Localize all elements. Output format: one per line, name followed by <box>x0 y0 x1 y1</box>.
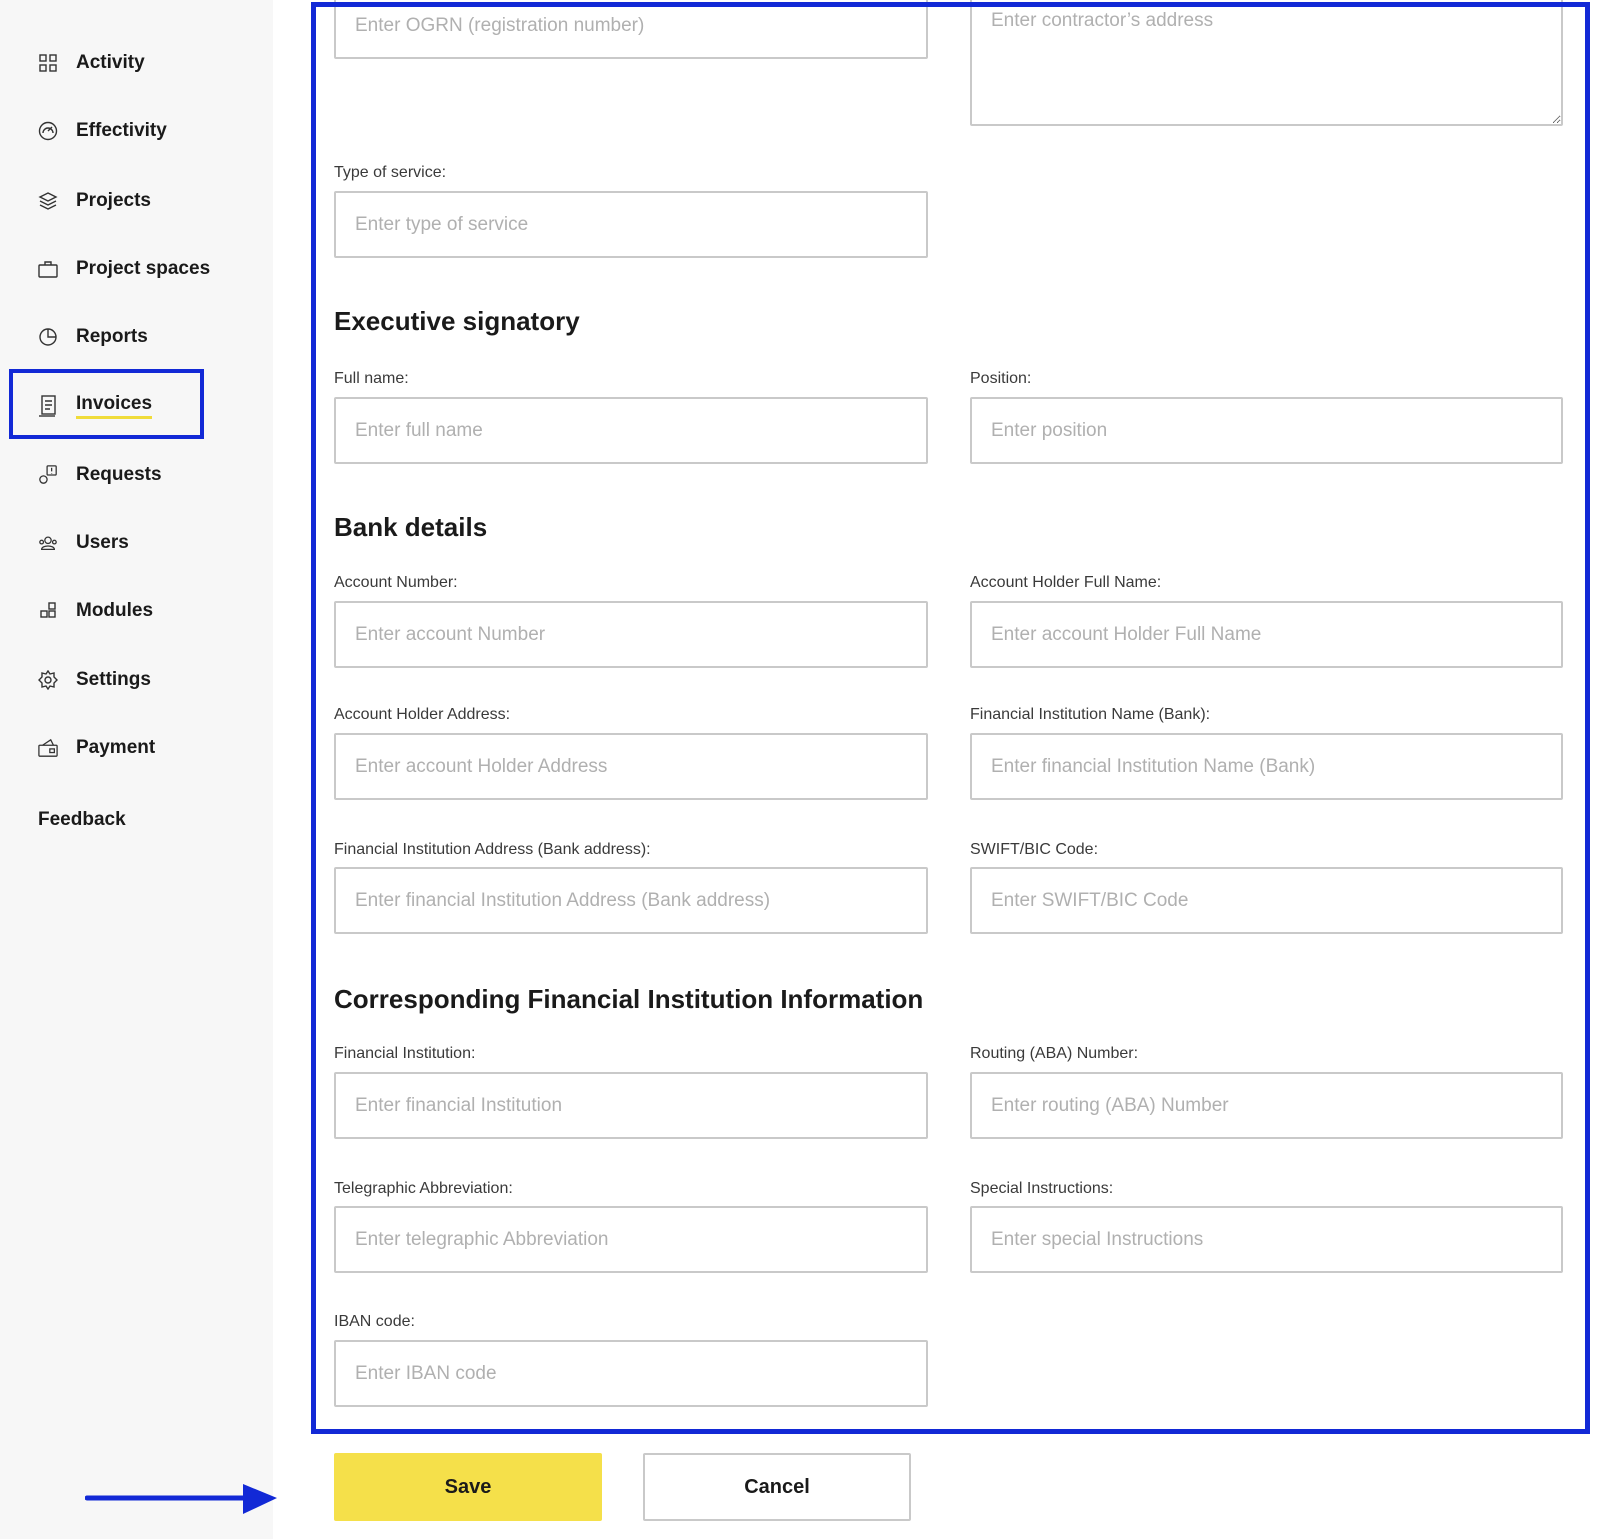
grid-icon <box>38 53 58 73</box>
gauge-icon <box>38 121 58 141</box>
sidebar-item-label: Effectivity <box>76 120 167 141</box>
sidebar-item-label: Users <box>76 532 129 553</box>
modules-icon <box>38 601 58 621</box>
sidebar-item-label: Activity <box>76 52 145 73</box>
invoices-highlight-box <box>9 369 204 439</box>
sidebar-item-label: Requests <box>76 464 162 485</box>
payment-icon <box>38 738 58 758</box>
form-highlight-box <box>311 2 1590 1434</box>
sidebar-item-label: Modules <box>76 600 154 621</box>
sidebar-item-payment[interactable]: Payment <box>38 733 155 763</box>
sidebar-item-projects[interactable]: Projects <box>38 186 151 216</box>
sidebar-item-label: Reports <box>76 326 148 347</box>
pie-chart-icon <box>38 327 58 347</box>
gear-icon <box>38 670 58 690</box>
sidebar-item-effectivity[interactable]: Effectivity <box>38 116 167 146</box>
sidebar: Activity Effectivity Projects Project sp… <box>0 0 273 1539</box>
sidebar-item-feedback[interactable]: Feedback <box>38 805 126 835</box>
sidebar-item-label: Project spaces <box>76 258 211 279</box>
sidebar-item-users[interactable]: Users <box>38 528 129 558</box>
sidebar-item-reports[interactable]: Reports <box>38 322 148 352</box>
sidebar-item-label: Payment <box>76 737 156 758</box>
feedback-label: Feedback <box>38 809 126 830</box>
sidebar-item-label: Settings <box>76 669 151 690</box>
sidebar-item-requests[interactable]: Requests <box>38 460 162 490</box>
save-button[interactable]: Save <box>334 1453 602 1521</box>
layers-icon <box>38 191 58 211</box>
sidebar-item-label: Projects <box>76 190 151 211</box>
arrow-right-icon <box>85 1484 277 1514</box>
sidebar-item-activity[interactable]: Activity <box>38 48 145 78</box>
briefcase-icon <box>38 259 58 279</box>
cancel-button[interactable]: Cancel <box>643 1453 911 1521</box>
sidebar-item-project-spaces[interactable]: Project spaces <box>38 254 210 284</box>
sidebar-item-settings[interactable]: Settings <box>38 665 151 695</box>
sidebar-item-modules[interactable]: Modules <box>38 596 153 626</box>
request-icon <box>38 465 58 485</box>
users-icon <box>38 533 58 553</box>
